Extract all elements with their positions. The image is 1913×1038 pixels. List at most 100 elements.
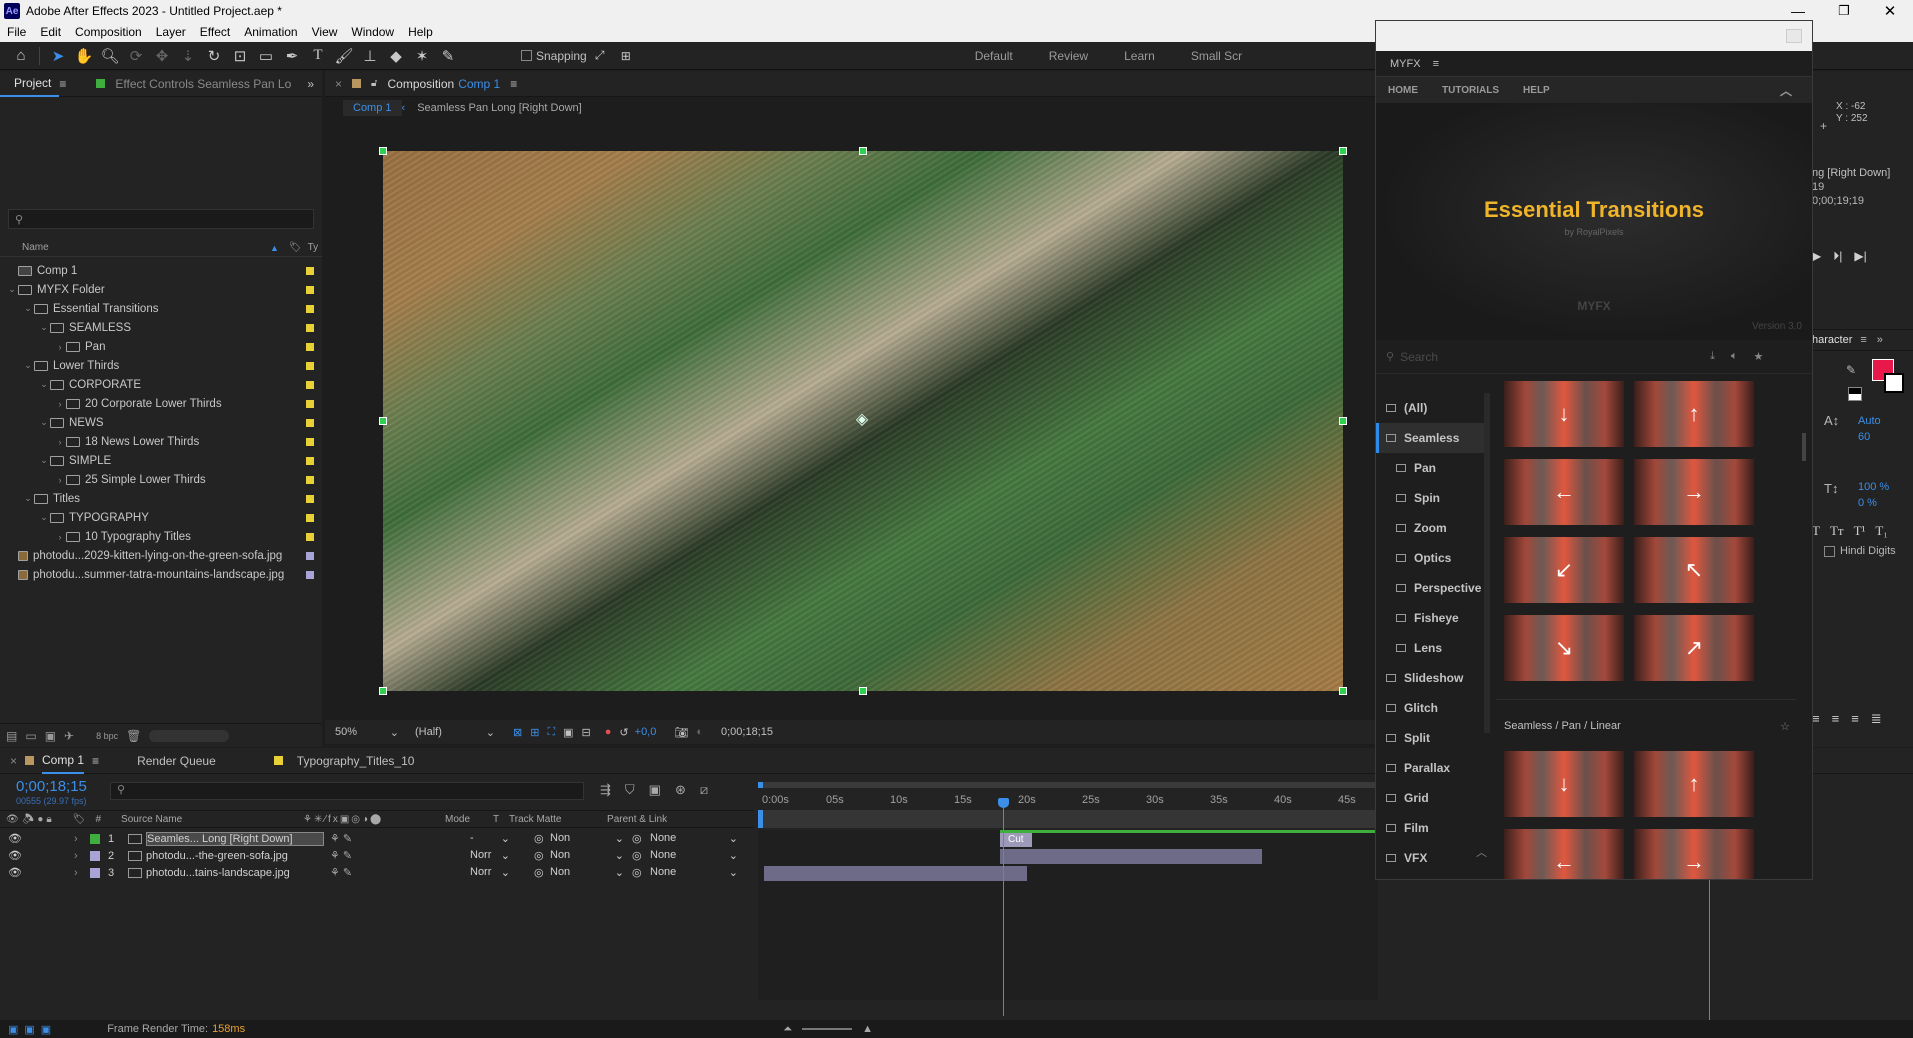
label-color-swatch[interactable] xyxy=(306,380,314,389)
grid-scrollbar[interactable] xyxy=(1802,433,1806,461)
category-perspective[interactable]: Perspective xyxy=(1376,573,1484,603)
kerning-value[interactable]: 60 xyxy=(1858,431,1870,443)
menu-window[interactable]: Window xyxy=(344,25,401,39)
project-item[interactable]: › 10 Typography Titles xyxy=(0,527,322,546)
project-item[interactable]: ⌄ Lower Thirds xyxy=(0,356,322,375)
zoom-in-icon[interactable]: ▲ xyxy=(862,1023,873,1035)
layer-row[interactable]: 👁︎ › 1 Seamles... Long [Right Down] ⚘ ✎ - ⌄ ◎ No… xyxy=(0,830,754,847)
play-icon[interactable]: ▶ xyxy=(1812,249,1821,264)
justify-icon[interactable]: ≣ xyxy=(1871,711,1882,727)
layer-track-matte[interactable]: Non ⌄ xyxy=(550,832,632,845)
transition-thumbnail[interactable]: ↗ xyxy=(1634,615,1754,681)
puppet-tool-icon[interactable]: ✎ xyxy=(437,45,459,67)
zoom-select[interactable]: 50% ⌄ xyxy=(335,726,405,739)
menu-composition[interactable]: Composition xyxy=(68,25,149,39)
anchor-tool-icon[interactable]: ⊡ xyxy=(229,45,251,67)
layer-row[interactable]: 👁︎ › 3 photodu...tains-landscape.jpg ⚘ ✎ Norr… xyxy=(0,864,754,881)
dolly-tool-icon[interactable]: ⇣ xyxy=(177,45,199,67)
eye-icon[interactable]: 👁︎ xyxy=(8,849,22,862)
chevron-right-icon[interactable]: › xyxy=(54,437,66,447)
layer-switches[interactable]: ⚘ ✎ xyxy=(324,849,470,862)
pen-tool-icon[interactable]: ✒ xyxy=(281,45,303,67)
chevron-down-icon[interactable]: ⌄ xyxy=(38,455,50,466)
type-tool-icon[interactable]: T xyxy=(307,45,329,67)
rectangle-tool-icon[interactable]: ▭ xyxy=(255,45,277,67)
timeline-timecode[interactable]: 0;00;18;15 xyxy=(16,778,87,795)
transparency-grid-icon[interactable]: ⊞ xyxy=(530,726,539,739)
snapping-checkbox[interactable] xyxy=(521,50,532,61)
label-color-swatch[interactable] xyxy=(306,532,314,541)
close-icon[interactable]: ✕ xyxy=(1867,2,1913,20)
transform-handle[interactable] xyxy=(859,687,867,695)
brush-tool-icon[interactable]: 🖌︎ xyxy=(333,45,355,67)
layer-label-color[interactable] xyxy=(90,833,100,844)
chevron-right-icon[interactable]: › xyxy=(54,532,66,542)
chevron-right-icon[interactable]: › xyxy=(54,399,66,409)
transition-thumbnail[interactable]: → xyxy=(1634,829,1754,879)
chevron-down-icon[interactable]: ⌄ xyxy=(22,493,34,504)
layer-parent[interactable]: None ⌄ xyxy=(650,832,738,845)
transform-handle[interactable] xyxy=(379,417,387,425)
label-color-swatch[interactable] xyxy=(306,323,314,332)
category-fisheye[interactable]: Fisheye xyxy=(1376,603,1484,633)
transform-handle[interactable] xyxy=(379,147,387,155)
project-item[interactable]: ⌄ Titles xyxy=(0,489,322,508)
selection-tool-icon[interactable]: ➤ xyxy=(47,45,69,67)
chevron-down-icon[interactable]: ⌄ xyxy=(22,360,34,371)
menu-layer[interactable]: Layer xyxy=(149,25,193,39)
label-color-swatch[interactable] xyxy=(306,418,314,427)
category-glitch[interactable]: Glitch xyxy=(1376,693,1484,723)
menu-edit[interactable]: Edit xyxy=(33,25,68,39)
delete-icon[interactable]: 🗑︎ xyxy=(126,729,141,743)
label-color-swatch[interactable] xyxy=(306,399,314,408)
layer-label-color[interactable] xyxy=(90,850,100,861)
layer-track-matte[interactable]: Non ⌄ xyxy=(550,849,632,862)
close-tab-icon[interactable]: × xyxy=(335,77,342,91)
align-left-icon[interactable]: ≡ xyxy=(1812,711,1820,727)
shy-layers-icon[interactable]: ▣ xyxy=(649,782,661,798)
subscript-icon[interactable]: T₁ xyxy=(1875,523,1887,539)
comp-panel-menu-icon[interactable]: ≡ xyxy=(510,77,517,91)
pickwhip-icon[interactable]: ◎ xyxy=(632,849,650,862)
col-source-name[interactable]: Source Name xyxy=(121,814,303,825)
zoom-out-icon[interactable]: ⏶ xyxy=(783,1023,792,1036)
transition-thumbnail[interactable]: ↓ xyxy=(1504,751,1624,817)
transform-handle[interactable] xyxy=(1339,417,1347,425)
eye-icon[interactable]: 👁︎ xyxy=(8,832,22,845)
work-area-bar[interactable] xyxy=(758,810,1378,828)
project-item[interactable]: › Pan xyxy=(0,337,322,356)
menu-help[interactable]: Help xyxy=(401,25,440,39)
snap-grid-icon[interactable]: ⊞ xyxy=(615,45,637,67)
category-film[interactable]: Film xyxy=(1376,813,1484,843)
label-color-swatch[interactable] xyxy=(306,266,314,275)
category-slideshow[interactable]: Slideshow xyxy=(1376,663,1484,693)
timeline-search[interactable]: ⚲ xyxy=(110,782,584,800)
project-item[interactable]: › 18 News Lower Thirds xyxy=(0,432,322,451)
nav-home[interactable]: HOME xyxy=(1376,85,1430,96)
new-comp-icon[interactable]: ▣ xyxy=(45,729,56,743)
eraser-tool-icon[interactable]: ◆ xyxy=(385,45,407,67)
expand-chevron-icon[interactable]: › xyxy=(74,867,86,879)
time-ruler[interactable]: 0:00s 05s 10s 15s 20s 25s 30s 35s 40s 45s xyxy=(758,792,1378,812)
transition-thumbnail[interactable]: ← xyxy=(1504,829,1624,879)
orbit-tool-icon[interactable]: ⟳ xyxy=(125,45,147,67)
comp-flowchart-icon[interactable]: ⇶ xyxy=(600,782,611,798)
layer-switches[interactable]: ⚘ ✎ xyxy=(324,866,470,879)
pan-tool-icon[interactable]: ✥ xyxy=(151,45,173,67)
col-track-matte[interactable]: Track Matte xyxy=(509,814,607,825)
layer-track-matte[interactable]: Non ⌄ xyxy=(550,866,632,879)
character-tab[interactable]: haracter xyxy=(1812,334,1852,346)
bpc-label[interactable]: 8 bpc xyxy=(96,731,118,741)
all-caps-icon[interactable]: T xyxy=(1812,523,1820,539)
clone-tool-icon[interactable]: ⊥ xyxy=(359,45,381,67)
home-icon[interactable]: ⌂ xyxy=(10,45,32,67)
transition-thumbnail[interactable]: ↑ xyxy=(1634,381,1754,447)
menu-effect[interactable]: Effect xyxy=(193,25,237,39)
label-color-swatch[interactable] xyxy=(306,437,314,446)
snap-options-icon[interactable]: ⤢ xyxy=(589,45,611,67)
workspace-review[interactable]: Review xyxy=(1049,49,1088,63)
favorites-icon[interactable]: ★ xyxy=(1754,350,1764,363)
track-matte-icon[interactable]: ◎ xyxy=(534,832,550,845)
align-center-icon[interactable]: ≡ xyxy=(1832,711,1840,727)
layer-mode[interactable]: Norr ⌄ xyxy=(470,849,518,862)
